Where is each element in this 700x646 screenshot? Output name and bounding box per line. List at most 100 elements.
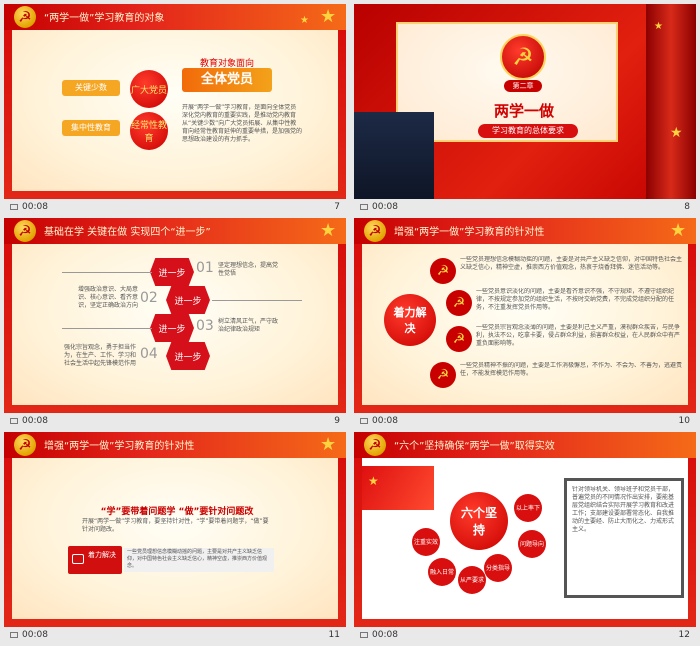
- thumbnail-footer: 00:08 7: [4, 199, 346, 216]
- portrait-area: [354, 112, 434, 199]
- slide-body: 进一步 进一步 进一步 进一步 01 02 03 04 坚定理想信念，提高党性觉…: [12, 244, 338, 405]
- party-emblem-icon: [14, 220, 36, 242]
- satellite-1: 以上率下: [514, 494, 542, 522]
- satellite-6: 注重实效: [412, 528, 440, 556]
- star-icon: ★: [654, 21, 663, 32]
- duration: 00:08: [372, 202, 398, 212]
- slide-body: ★ 以上率下 问题导向 分类指导 从严要求 融入日常 注重实效 六个坚持 针对领…: [362, 458, 688, 619]
- slide-title: “两学一做”学习教育的对象: [44, 13, 165, 24]
- slide-number: 7: [334, 202, 340, 212]
- description: 开展“两学一做”学习教育，要坚持针对性，“学”要带着问题学，“做”要针对问题改。: [82, 518, 269, 533]
- slide-title: 增强“两学一做”学习教育的针对性: [44, 441, 195, 452]
- thumbnail-footer: 00:08 8: [354, 199, 696, 216]
- hex-step-4: 进一步: [166, 342, 210, 370]
- party-emblem-icon: [430, 362, 456, 388]
- step-number-1: 01: [196, 260, 214, 276]
- step-number-4: 04: [140, 346, 158, 362]
- slide-preview: 增强“两学一做”学习教育的针对性 ★ 着力解决 一些党员理想信念模糊动摇的问题，…: [354, 218, 696, 413]
- satellite-2: 问题导向: [518, 530, 546, 558]
- party-emblem-icon: [14, 6, 36, 28]
- star-icon: ★: [320, 6, 337, 27]
- slide-preview: 基础在学 关键在做 实现四个“进一步” ★ 进一步 进一步 进一步 进一步 01…: [4, 218, 346, 413]
- duration: 00:08: [22, 202, 48, 212]
- thumbnail-11[interactable]: 增强“两学一做”学习教育的针对性 ★ “学”要带着问题学 “做”要针对问题改 开…: [4, 432, 346, 644]
- step-text-1: 坚定理想信念，提高党性觉悟: [218, 262, 279, 277]
- step-text-3: 树立清风正气，严守政治纪律政治规矩: [218, 318, 279, 333]
- party-emblem-icon: [446, 290, 472, 316]
- thumbnail-12[interactable]: “六个”坚持确保“两学一做”取得实效 ★ 以上率下 问题导向 分类指导 从严要求…: [354, 432, 696, 644]
- banner-main: 全体党员: [182, 68, 272, 92]
- slide-body: 关键少数 集中性教育 广大党员 经常性教育 教育对象面向 全体党员 开展“两学一…: [12, 30, 338, 191]
- star-icon: ★: [320, 434, 337, 455]
- satellite-4: 从严要求: [458, 566, 486, 594]
- issue-text-4: 一些党员精神不振的问题，主要是工作消极懈怠，不作为、不会为、不善为，逃避责任，不…: [460, 362, 682, 377]
- party-emblem-icon: ☭: [500, 34, 546, 80]
- briefcase-icon: [72, 554, 84, 564]
- party-emblem-icon: [430, 258, 456, 284]
- hex-step-1: 进一步: [150, 258, 194, 286]
- center-resolve: 着力解决: [384, 294, 436, 346]
- thumbnail-footer: 00:08 12: [354, 627, 696, 644]
- step-number-2: 02: [140, 290, 158, 306]
- label-key-minority: 关键少数: [62, 80, 120, 96]
- slide-preview: ★ ★ ☭ 第二章 两学一做 学习教育的总体要求: [354, 4, 696, 199]
- circle-broad-members: 广大党员: [130, 70, 168, 108]
- step-text-2: 增强政治意识、大局意识、核心意识、看齐意识，坚定正确政治方向: [78, 286, 139, 309]
- main-title: 两学一做: [493, 102, 554, 120]
- star-icon: ★: [300, 15, 309, 26]
- issue-text-2: 一些党员意识淡化的问题，主要是看齐意识不强，不守规矩，不遵守组织纪律，不按规定参…: [476, 288, 675, 311]
- step-text-4: 强化宗旨观念，勇于担当作为，在生产、工作、学习和社会生活中起先锋模范作用: [64, 344, 137, 367]
- label-centralized-education: 集中性教育: [62, 120, 120, 136]
- duration: 00:08: [22, 630, 48, 640]
- slide-body: 着力解决 一些党员理想信念模糊动摇的问题，主要是对共产主义缺乏信仰，对中国特色社…: [362, 244, 688, 405]
- thumbnail-7[interactable]: “两学一做”学习教育的对象 ★ ★ 关键少数 集中性教育 广大党员 经常性教育 …: [4, 4, 346, 216]
- slide-number: 12: [678, 630, 690, 640]
- slide-body: “学”要带着问题学 “做”要针对问题改 开展“两学一做”学习教育，要坚持针对性，…: [12, 458, 338, 619]
- star-icon: ★: [320, 220, 337, 241]
- connector-line: [62, 328, 152, 329]
- connector-line: [212, 300, 302, 301]
- center-six-persist: 六个坚持: [450, 492, 508, 550]
- subtitle-banner: 学习教育的总体要求: [478, 124, 578, 138]
- thumbnail-10[interactable]: 增强“两学一做”学习教育的针对性 ★ 着力解决 一些党员理想信念模糊动摇的问题，…: [354, 218, 696, 430]
- party-emblem-icon: [364, 220, 386, 242]
- duration: 00:08: [372, 416, 398, 426]
- slide-number: 11: [328, 630, 340, 640]
- circle-regular-education: 经常性教育: [130, 112, 168, 150]
- slide-preview: “六个”坚持确保“两学一做”取得实效 ★ 以上率下 问题导向 分类指导 从严要求…: [354, 432, 696, 627]
- slide-number: 10: [678, 416, 690, 426]
- slide-preview: 增强“两学一做”学习教育的针对性 ★ “学”要带着问题学 “做”要针对问题改 开…: [4, 432, 346, 627]
- party-emblem-icon: [14, 434, 36, 456]
- satellite-3: 分类指导: [484, 554, 512, 582]
- party-emblem-icon: [446, 326, 472, 352]
- slide-title: 增强“两学一做”学习教育的针对性: [394, 227, 545, 238]
- body-text: 针对领导机关、领导班子和党员干部，普遍党员的不同情况作出安排，要能基层党组织结合…: [572, 486, 675, 533]
- slide-title: “六个”坚持确保“两学一做”取得实效: [394, 441, 555, 452]
- party-emblem-icon: [364, 434, 386, 456]
- headline: “学”要带着问题学 “做”要针对问题改: [100, 507, 254, 517]
- star-icon: ★: [670, 125, 683, 141]
- duration: 00:08: [372, 630, 398, 640]
- flag-graphic: ★: [362, 466, 434, 510]
- thumbnail-8[interactable]: ★ ★ ☭ 第二章 两学一做 学习教育的总体要求 00:08 8: [354, 4, 696, 216]
- duration: 00:08: [22, 416, 48, 426]
- slide-title: 基础在学 关键在做 实现四个“进一步”: [44, 227, 211, 238]
- hex-step-3: 进一步: [150, 314, 194, 342]
- resolve-text: 一些党员理想信念模糊动摇的问题，主要是对共产主义缺乏信仰，对中国特色社会主义缺乏…: [124, 548, 274, 572]
- slide-number: 8: [684, 202, 690, 212]
- satellite-5: 融入日常: [428, 558, 456, 586]
- issue-text-1: 一些党员理想信念模糊动摇的问题，主要是对共产主义缺乏信仰，对中国特色社会主义缺乏…: [460, 256, 682, 271]
- thumbnail-footer: 00:08 11: [4, 627, 346, 644]
- resolve-label: 着力解决: [68, 546, 122, 574]
- body-text: 开展“两学一做”学习教育，是面向全体党员深化党内教育的重要实践，是推动党内教育从…: [182, 104, 302, 143]
- thumbnail-footer: 00:08 9: [4, 413, 346, 430]
- slide-number: 9: [334, 416, 340, 426]
- connector-line: [62, 272, 152, 273]
- hex-step-2: 进一步: [166, 286, 210, 314]
- star-icon: ★: [368, 474, 379, 488]
- issue-text-3: 一些党员宗旨观念淡薄的问题，主要是利己主义严重，漠视群众疾苦，与民争利，执法不公…: [476, 324, 681, 347]
- thumbnail-footer: 00:08 10: [354, 413, 696, 430]
- chapter-label: 第二章: [504, 80, 542, 92]
- thumbnail-9[interactable]: 基础在学 关键在做 实现四个“进一步” ★ 进一步 进一步 进一步 进一步 01…: [4, 218, 346, 430]
- step-number-3: 03: [196, 318, 214, 334]
